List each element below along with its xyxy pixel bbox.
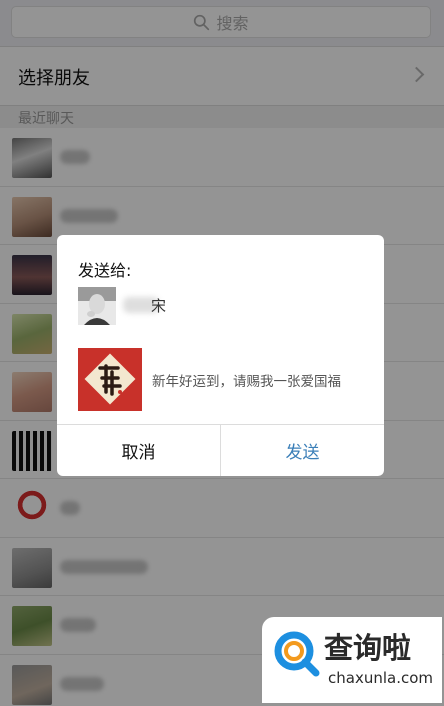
share-message-text: 新年好运到，请赐我一张爱国福 <box>152 374 341 390</box>
send-to-dialog: 发送给: 宋 新年好运到，请赐我一张爱国福 取消 发送 <box>57 235 384 476</box>
fu-card-thumbnail <box>78 348 142 411</box>
recipient-avatar <box>78 287 116 325</box>
send-button[interactable]: 发送 <box>221 425 384 476</box>
magnifier-logo-icon <box>274 631 320 677</box>
watermark-name: 查询啦 <box>324 631 412 665</box>
cancel-button[interactable]: 取消 <box>57 425 221 476</box>
watermark-domain: chaxunla.com <box>328 669 433 687</box>
watermark: 查询啦 chaxunla.com <box>262 617 442 703</box>
dialog-title: 发送给: <box>78 261 132 280</box>
recipient-name: 宋 <box>151 297 167 315</box>
dialog-button-row: 取消 发送 <box>57 424 384 476</box>
